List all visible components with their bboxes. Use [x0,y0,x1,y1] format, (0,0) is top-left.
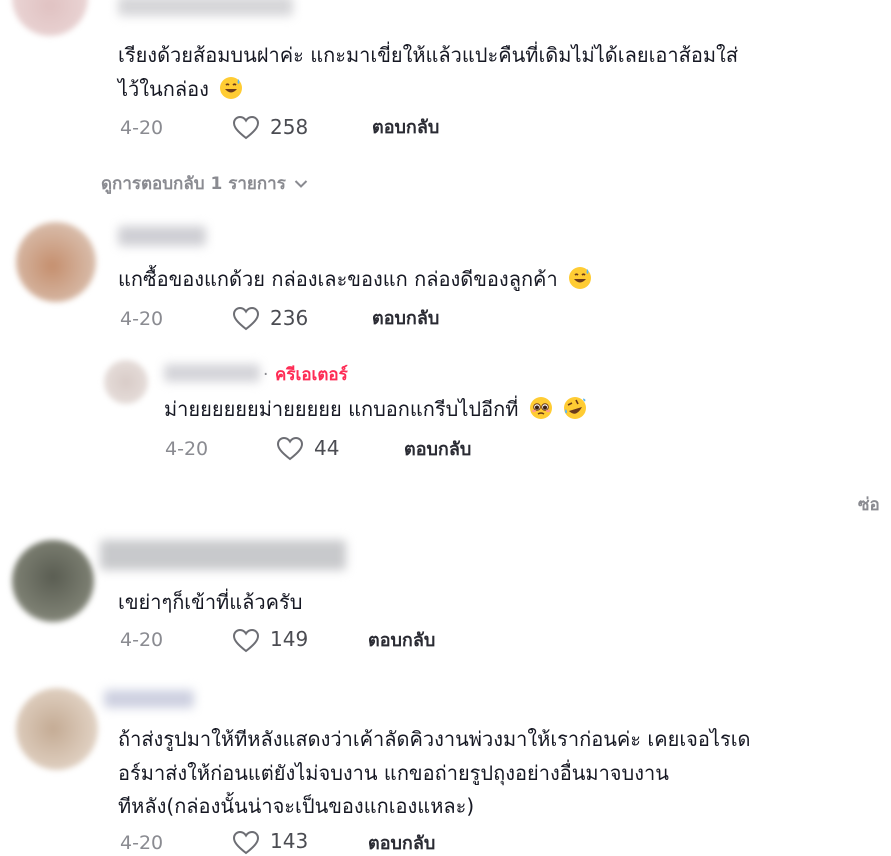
heart-icon[interactable] [232,830,260,856]
view-replies-label: ดูการตอบกลับ 1 รายการ [101,174,286,194]
reply-date: 4-20 [165,438,209,460]
avatar[interactable] [16,688,98,770]
comment-text-line: เขย่าๆก็เข้าที่แล้วครับ [118,590,303,614]
avatar[interactable] [12,540,94,622]
reply-button[interactable]: ตอบกลับ [372,307,439,331]
comment-text: ไว้ในกล่อง [118,72,243,106]
like-count: 149 [270,627,309,651]
creator-badge: ครีเอเตอร์ [275,365,348,385]
comment-text-line: แกซื้อของแกด้วย กล่องเละของแก กล่องดีของ… [118,267,558,291]
comment-text-line: เรียงด้วยส้อมบนฝาค่ะ แกะมาเขี่ยให้แล้วแป… [118,43,739,67]
comment-date: 4-20 [120,308,164,330]
avatar[interactable] [12,0,88,36]
view-replies-button[interactable]: ดูการตอบกลับ 1 รายการ [101,172,308,196]
comment-date: 4-20 [120,832,164,854]
grinning-sweat-emoji [220,77,243,99]
avatar[interactable] [16,222,96,302]
reply-button[interactable]: ตอบกลับ [372,116,439,140]
like-count: 44 [314,436,340,460]
comment-text: ทีหลัง(กล่องนั้นน่าจะเป็นของแกเองแหละ) [118,789,474,823]
reply-text: ม่ายยยยยยม่ายยยยย แกบอกแกรีบไปอีกที่ [164,392,587,426]
comment-text-line: ไว้ในกล่อง [118,77,209,101]
comment-text: อร์มาส่งให้ก่อนแต่ยังไม่จบงาน แกขอถ่ายรู… [118,756,669,790]
pleading-face-emoji [529,397,552,419]
username-blurred[interactable] [118,0,293,16]
reply-text-line: ม่ายยยยยยม่ายยยยย แกบอกแกรีบไปอีกที่ [164,397,519,421]
comment-date: 4-20 [120,117,164,139]
comment-date: 4-20 [120,629,164,651]
heart-icon[interactable] [232,628,260,654]
comment-text-line: อร์มาส่งให้ก่อนแต่ยังไม่จบงาน แกขอถ่ายรู… [118,761,669,785]
rolling-laughing-emoji [564,397,587,419]
chevron-down-icon [294,180,308,188]
username-blurred[interactable] [100,540,346,570]
avatar[interactable] [104,360,148,404]
separator-dot: · [263,365,269,385]
heart-icon[interactable] [232,115,260,141]
like-count: 258 [270,115,309,139]
reply-button[interactable]: ตอบกลับ [404,438,471,462]
comment-text: เรียงด้วยส้อมบนฝาค่ะ แกะมาเขี่ยให้แล้วแป… [118,38,738,72]
like-count: 236 [270,306,309,330]
username-blurred[interactable] [104,690,194,708]
comment-text-line: ทีหลัง(กล่องนั้นน่าจะเป็นของแกเองแหละ) [118,794,475,818]
comment-text: เขย่าๆก็เข้าที่แล้วครับ [118,585,302,619]
comment-text: แกซื้อของแกด้วย กล่องเละของแก กล่องดีของ… [118,262,592,296]
like-count: 143 [270,829,309,853]
heart-icon[interactable] [276,436,304,462]
grinning-sweat-emoji [569,267,592,289]
username-blurred[interactable] [164,364,260,382]
heart-icon[interactable] [232,306,260,332]
reply-button[interactable]: ตอบกลับ [368,629,435,653]
comment-text-line: ถ้าส่งรูปมาให้ทีหลังแสดงว่าเค้าลัดคิวงาน… [118,727,751,751]
username-blurred[interactable] [118,226,206,246]
reply-button[interactable]: ตอบกลับ [368,832,435,856]
hide-replies-link[interactable]: ซ่อ [858,494,880,516]
comment-text: ถ้าส่งรูปมาให้ทีหลังแสดงว่าเค้าลัดคิวงาน… [118,722,751,756]
